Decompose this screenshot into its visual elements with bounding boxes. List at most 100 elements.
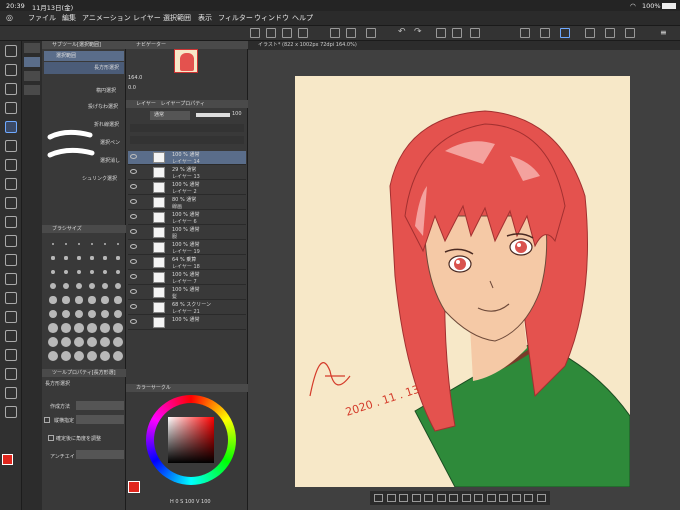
brush-size-preset[interactable] bbox=[52, 243, 54, 245]
layer-row[interactable]: 64 % 乗算 レイヤー 18 bbox=[128, 256, 246, 270]
invert-selection-icon[interactable] bbox=[540, 28, 550, 38]
main-color-swatch[interactable] bbox=[2, 454, 13, 465]
move-icon[interactable] bbox=[5, 102, 17, 114]
brush-size-preset[interactable] bbox=[62, 296, 70, 304]
selection-launcher-button[interactable] bbox=[386, 494, 396, 502]
aspect-ratio-field[interactable] bbox=[76, 415, 124, 424]
selection-launcher-button[interactable] bbox=[499, 494, 508, 502]
selection-launcher-button[interactable] bbox=[374, 494, 383, 502]
menu-selection[interactable]: 選択範囲 bbox=[163, 13, 191, 23]
ruler-snap-icon[interactable] bbox=[585, 28, 595, 38]
brush-size-preset[interactable] bbox=[100, 323, 110, 333]
brush-size-preset[interactable] bbox=[51, 256, 55, 260]
color-sv-square[interactable] bbox=[168, 417, 214, 463]
visibility-eye-icon[interactable] bbox=[130, 289, 137, 294]
brush-size-preset[interactable] bbox=[114, 296, 122, 304]
special-ruler-snap-icon[interactable] bbox=[605, 28, 615, 38]
text-icon[interactable] bbox=[5, 368, 17, 380]
subtool-group-item[interactable] bbox=[24, 85, 40, 95]
visibility-eye-icon[interactable] bbox=[130, 169, 137, 174]
menu-edit[interactable]: 編集 bbox=[62, 13, 76, 23]
brush-size-preset[interactable] bbox=[89, 283, 95, 289]
brush-size-preset[interactable] bbox=[101, 296, 109, 304]
eraser-icon[interactable] bbox=[5, 254, 17, 266]
canvas-tab[interactable]: イラスト* (822 x 1002px 72dpi 164.0%) bbox=[248, 41, 680, 50]
brush-size-preset[interactable] bbox=[100, 337, 110, 347]
brush-icon[interactable] bbox=[5, 216, 17, 228]
airbrush-icon[interactable] bbox=[5, 235, 17, 247]
visibility-eye-icon[interactable] bbox=[130, 319, 137, 324]
color-main-swatch[interactable] bbox=[128, 481, 140, 493]
subtool-item-selection[interactable]: 選択範囲 bbox=[44, 51, 124, 61]
undo-icon[interactable]: ↶ bbox=[398, 27, 406, 37]
brush-size-preset[interactable] bbox=[88, 296, 96, 304]
brush-size-preset[interactable] bbox=[117, 243, 119, 245]
brush-size-preset[interactable] bbox=[87, 337, 97, 347]
export-icon[interactable] bbox=[346, 28, 356, 38]
layer-row[interactable]: 100 % 通常 レイヤー 2 bbox=[128, 181, 246, 195]
transform-icon[interactable] bbox=[470, 28, 480, 38]
layer-row[interactable]: 100 % 通常 レイヤー 7 bbox=[128, 271, 246, 285]
brush-size-preset[interactable] bbox=[115, 269, 121, 275]
deselect-icon[interactable] bbox=[520, 28, 530, 38]
lamp-icon[interactable] bbox=[366, 28, 376, 38]
layer-tab[interactable]: レイヤー bbox=[136, 101, 156, 107]
subtool-item-shrink-selection[interactable]: シュリンク選択 bbox=[44, 175, 124, 185]
menu-layer[interactable]: レイヤー bbox=[133, 13, 161, 23]
brush-size-preset[interactable] bbox=[100, 309, 110, 319]
menu-window[interactable]: ウィンドウ bbox=[254, 13, 289, 23]
layer-row[interactable]: 100 % 通常 レイヤー 14 bbox=[128, 151, 246, 165]
brush-size-preset[interactable] bbox=[113, 309, 123, 319]
selection-launcher-button[interactable] bbox=[436, 494, 446, 502]
ruler-icon[interactable] bbox=[5, 349, 17, 361]
pen-icon[interactable] bbox=[5, 178, 17, 190]
selection-launcher-icon[interactable] bbox=[560, 28, 570, 38]
pen-nib-icon[interactable] bbox=[5, 45, 17, 57]
layer-row[interactable]: 68 % スクリーン レイヤー 21 bbox=[128, 301, 246, 315]
brush-size-preset[interactable] bbox=[63, 283, 69, 289]
camera-icon[interactable] bbox=[298, 28, 308, 38]
brush-size-preset[interactable] bbox=[102, 283, 108, 289]
brush-size-preset[interactable] bbox=[61, 323, 71, 333]
brush-size-preset[interactable] bbox=[89, 269, 95, 275]
grid-snap-icon[interactable] bbox=[625, 28, 635, 38]
selection-launcher-button[interactable] bbox=[399, 494, 408, 502]
brush-size-preset[interactable] bbox=[64, 256, 68, 260]
visibility-eye-icon[interactable] bbox=[130, 154, 137, 159]
brush-size-preset[interactable] bbox=[63, 269, 69, 275]
menu-help[interactable]: ヘルプ bbox=[292, 13, 313, 23]
visibility-eye-icon[interactable] bbox=[130, 199, 137, 204]
subtool-group-selected[interactable] bbox=[24, 57, 40, 67]
brush-size-preset[interactable] bbox=[61, 351, 71, 361]
hand-icon[interactable] bbox=[5, 83, 17, 95]
subtool-item-lasso[interactable]: 投げなわ選択 bbox=[44, 103, 124, 113]
brush-size-preset[interactable] bbox=[113, 323, 123, 333]
adjust-angle-checkbox[interactable] bbox=[48, 435, 54, 441]
selection-launcher-button[interactable] bbox=[536, 494, 546, 502]
open-icon[interactable] bbox=[266, 28, 276, 38]
layer-row[interactable]: 100 % 通常髪 bbox=[128, 286, 246, 300]
selection-rect-icon[interactable] bbox=[5, 121, 17, 133]
brush-size-preset[interactable] bbox=[87, 309, 97, 319]
brush-size-preset[interactable] bbox=[49, 296, 57, 304]
layer-property-tab[interactable]: レイヤープロパティ bbox=[161, 101, 205, 107]
subtool-group-item[interactable] bbox=[24, 71, 40, 81]
antialias-selector[interactable] bbox=[76, 450, 124, 459]
brush-size-preset[interactable] bbox=[74, 309, 84, 319]
selection-launcher-button[interactable] bbox=[461, 494, 471, 502]
eyedropper-icon[interactable] bbox=[5, 159, 17, 171]
pencil-icon[interactable] bbox=[5, 197, 17, 209]
brush-size-preset[interactable] bbox=[77, 256, 81, 260]
brush-size-preset[interactable] bbox=[104, 243, 106, 245]
fill-bucket-icon[interactable] bbox=[5, 273, 17, 285]
brush-size-preset[interactable] bbox=[116, 256, 120, 260]
brush-size-preset[interactable] bbox=[76, 283, 82, 289]
brush-size-preset[interactable] bbox=[87, 323, 97, 333]
brush-size-preset[interactable] bbox=[100, 351, 110, 361]
selection-launcher-button[interactable] bbox=[411, 494, 421, 502]
subtool-group-selection[interactable] bbox=[24, 43, 40, 53]
brush-size-preset[interactable] bbox=[48, 351, 58, 361]
navigator-zoom-value[interactable]: 164.0 bbox=[128, 75, 142, 81]
layer-row[interactable]: 100 % 通常 レイヤー 6 bbox=[128, 211, 246, 225]
brush-size-preset[interactable] bbox=[103, 256, 107, 260]
